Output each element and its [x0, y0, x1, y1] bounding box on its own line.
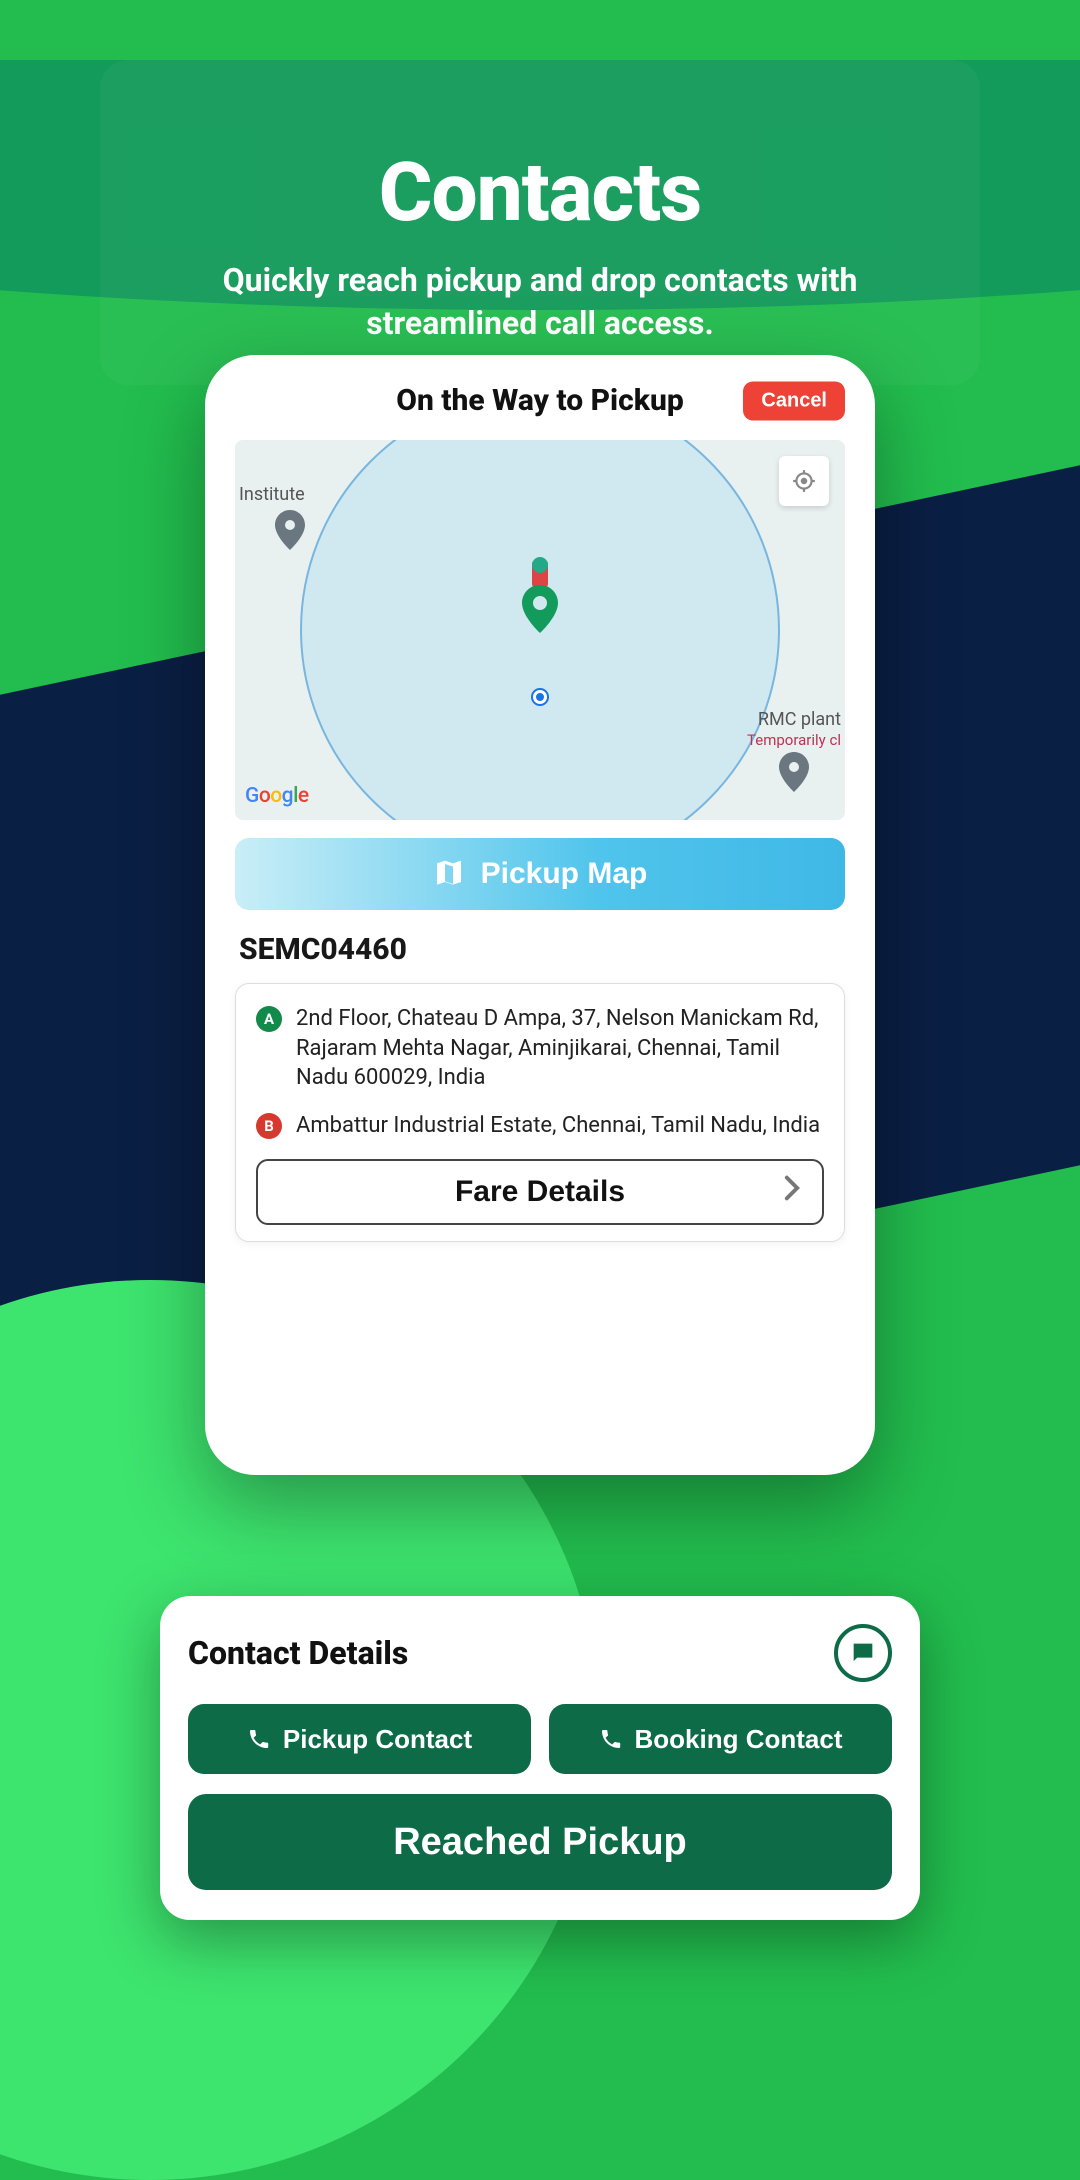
- hero-banner: Contacts Quickly reach pickup and drop c…: [100, 60, 980, 385]
- pickup-contact-button[interactable]: Pickup Contact: [188, 1704, 531, 1774]
- drop-address: Ambattur Industrial Estate, Chennai, Tam…: [296, 1111, 820, 1141]
- address-card: A 2nd Floor, Chateau D Ampa, 37, Nelson …: [235, 983, 845, 1242]
- address-row-drop: B Ambattur Industrial Estate, Chennai, T…: [256, 1111, 824, 1141]
- page-title: On the Way to Pickup: [396, 383, 683, 418]
- recenter-button[interactable]: [779, 456, 829, 506]
- hero-subtitle: Quickly reach pickup and drop contacts w…: [200, 259, 880, 345]
- phone-mockup: On the Way to Pickup Cancel Institute RM…: [205, 355, 875, 1475]
- booking-contact-button[interactable]: Booking Contact: [549, 1704, 892, 1774]
- map-icon: [433, 858, 465, 890]
- pickup-address: 2nd Floor, Chateau D Ampa, 37, Nelson Ma…: [296, 1004, 824, 1093]
- phone-icon: [247, 1727, 271, 1751]
- contact-title: Contact Details: [188, 1634, 408, 1672]
- user-location-dot-icon: [533, 690, 547, 704]
- current-location-pin-icon: [510, 555, 570, 635]
- chat-button[interactable]: [834, 1624, 892, 1682]
- order-id: SEMC04460: [235, 932, 845, 967]
- map-view[interactable]: Institute RMC plantTemporarily cl: [235, 440, 845, 820]
- cancel-button[interactable]: Cancel: [743, 381, 845, 420]
- map-pin-icon: [779, 752, 809, 792]
- map-label-institute: Institute: [239, 484, 305, 505]
- address-row-pickup: A 2nd Floor, Chateau D Ampa, 37, Nelson …: [256, 1004, 824, 1093]
- marker-a-icon: A: [256, 1006, 282, 1032]
- contact-details-card: Contact Details Pickup Contact Booking C…: [160, 1596, 920, 1920]
- hero-title: Contacts: [200, 145, 880, 241]
- chat-icon: [849, 1639, 877, 1667]
- google-logo: Google: [245, 784, 309, 808]
- chevron-right-icon: [782, 1175, 802, 1209]
- reached-pickup-button[interactable]: Reached Pickup: [188, 1794, 892, 1890]
- pickup-map-button[interactable]: Pickup Map: [235, 838, 845, 910]
- marker-b-icon: B: [256, 1113, 282, 1139]
- fare-details-button[interactable]: Fare Details: [256, 1159, 824, 1225]
- phone-icon: [599, 1727, 623, 1751]
- map-pin-icon: [275, 510, 305, 550]
- map-label-rmc: RMC plantTemporarily cl: [747, 710, 841, 750]
